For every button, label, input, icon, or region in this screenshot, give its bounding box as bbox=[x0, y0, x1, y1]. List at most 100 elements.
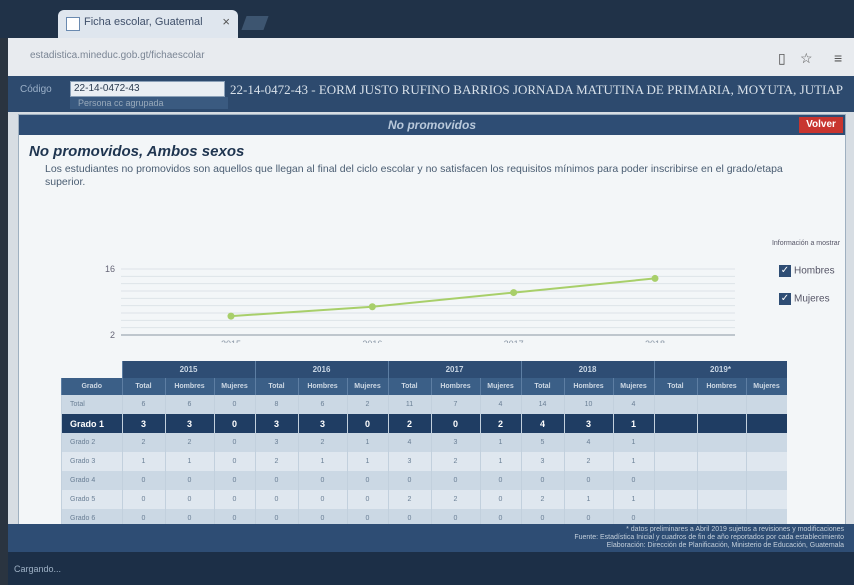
value-cell: 3 bbox=[164, 414, 214, 433]
sub-column-header: Mujeres bbox=[479, 378, 521, 395]
sub-column-header: Mujeres bbox=[612, 378, 654, 395]
address-bar[interactable]: estadistica.mineduc.gob.gt/fichaescolar … bbox=[8, 38, 854, 76]
url-text[interactable]: estadistica.mineduc.gob.gt/fichaescolar bbox=[30, 50, 205, 61]
value-cell bbox=[653, 433, 697, 452]
value-cell bbox=[653, 452, 697, 471]
value-cell: 1 bbox=[612, 414, 654, 433]
grade-cell: Grado 2 bbox=[61, 433, 122, 452]
bookmark-star-icon[interactable]: ☆ bbox=[800, 50, 813, 67]
select-option[interactable]: Persona cc agrupada bbox=[70, 97, 228, 109]
value-cell bbox=[745, 414, 787, 433]
page-favicon-icon bbox=[66, 17, 80, 31]
browser-tab[interactable]: Ficha escolar, Guatemal × bbox=[58, 10, 238, 38]
table-sub-header: Grado Total Hombres Mujeres Total Hombres Muje… bbox=[61, 378, 787, 395]
data-point bbox=[368, 303, 376, 311]
browser-window: Ficha escolar, Guatemal × estadistica.mi… bbox=[0, 0, 854, 585]
menu-icon[interactable]: ≡ bbox=[834, 50, 842, 66]
value-cell: 0 bbox=[479, 490, 521, 509]
data-point bbox=[227, 312, 235, 320]
value-cell: 0 bbox=[121, 490, 165, 509]
table-row[interactable]: Total 6 6 0 8 6 2 11 7 4 14 10 4 bbox=[61, 395, 787, 414]
value-cell: 2 bbox=[520, 490, 564, 509]
year-header: 2015 bbox=[121, 361, 255, 378]
grade-cell: Grado 4 bbox=[61, 471, 122, 490]
value-cell bbox=[696, 490, 746, 509]
x-tick-label: 2015 bbox=[221, 339, 241, 343]
new-tab-button[interactable] bbox=[241, 16, 269, 30]
sub-column-header: Hombres bbox=[297, 378, 347, 395]
value-cell: 1 bbox=[297, 452, 347, 471]
panel-header-title: No promovidos bbox=[387, 118, 476, 132]
legend-label-hombres: Hombres bbox=[794, 265, 835, 277]
value-cell: 4 bbox=[479, 395, 521, 414]
value-cell: 2 bbox=[387, 490, 431, 509]
value-cell: 0 bbox=[254, 471, 298, 490]
value-cell: 0 bbox=[213, 452, 255, 471]
value-cell bbox=[696, 433, 746, 452]
value-cell: 1 bbox=[479, 452, 521, 471]
x-tick-label: 2016 bbox=[362, 339, 382, 343]
value-cell: 1 bbox=[164, 452, 214, 471]
close-tab-icon[interactable]: × bbox=[222, 14, 230, 29]
grade-cell: Grado 1 bbox=[61, 414, 122, 433]
year-header: 2019* bbox=[653, 361, 787, 378]
sub-column-header: Total bbox=[121, 378, 165, 395]
value-cell: 1 bbox=[346, 452, 388, 471]
legend-label-mujeres: Mujeres bbox=[794, 293, 830, 305]
code-label: Código bbox=[20, 84, 52, 95]
table-year-header: 2015 2016 2017 2018 2019* bbox=[62, 361, 787, 378]
sub-column-header: Total bbox=[520, 378, 564, 395]
x-tick-label: 2018 bbox=[645, 339, 665, 343]
table-row[interactable]: Grado 1330330202431 bbox=[61, 414, 787, 433]
no-promovidos-panel: No promovidos Volver No promovidos, Ambo… bbox=[18, 114, 846, 528]
year-header: 2018 bbox=[520, 361, 654, 378]
value-cell: 6 bbox=[164, 395, 214, 414]
value-cell bbox=[696, 395, 746, 414]
value-cell: 0 bbox=[346, 490, 388, 509]
value-cell: 0 bbox=[346, 414, 388, 433]
value-cell: 0 bbox=[164, 471, 214, 490]
value-cell: 8 bbox=[254, 395, 298, 414]
legend-title: Información a mostrar bbox=[771, 240, 841, 247]
footer-source: Fuente: Estadística Inicial y cuadros de… bbox=[574, 534, 844, 541]
sub-column-header: Hombres bbox=[563, 378, 613, 395]
value-cell: 1 bbox=[563, 490, 613, 509]
table-row[interactable]: Grado 5000000220211 bbox=[61, 490, 787, 509]
value-cell: 1 bbox=[121, 452, 165, 471]
value-cell: 2 bbox=[164, 433, 214, 452]
back-button[interactable]: Volver bbox=[799, 117, 843, 133]
value-cell bbox=[745, 452, 787, 471]
value-cell: 4 bbox=[520, 414, 564, 433]
data-point bbox=[510, 289, 518, 297]
sub-column-header: Hombres bbox=[696, 378, 746, 395]
sub-column-header: Mujeres bbox=[745, 378, 787, 395]
footer-elaboration: Elaboración: Dirección de Planificación,… bbox=[606, 542, 844, 549]
school-code-select[interactable]: 22-14-0472-43 bbox=[70, 81, 225, 97]
value-cell: 2 bbox=[297, 433, 347, 452]
sub-column-header: Total bbox=[387, 378, 431, 395]
value-cell: 0 bbox=[213, 471, 255, 490]
table-row[interactable]: Grado 2220321431541 bbox=[61, 433, 787, 452]
sub-column-header: Hombres bbox=[164, 378, 214, 395]
value-cell: 10 bbox=[563, 395, 613, 414]
value-cell: 2 bbox=[430, 490, 480, 509]
page-content: Código 22-14-0472-43 Persona cc agrupada… bbox=[8, 76, 854, 585]
value-cell: 11 bbox=[387, 395, 431, 414]
value-cell: 0 bbox=[213, 490, 255, 509]
value-cell: 0 bbox=[254, 490, 298, 509]
value-cell: 0 bbox=[563, 471, 613, 490]
value-cell: 0 bbox=[346, 471, 388, 490]
school-selector-bar: Código 22-14-0472-43 Persona cc agrupada… bbox=[8, 76, 854, 112]
value-cell bbox=[745, 490, 787, 509]
table-row[interactable]: Grado 3110211321321 bbox=[61, 452, 787, 471]
value-cell: 1 bbox=[612, 433, 654, 452]
sub-column-header: Total bbox=[653, 378, 697, 395]
table-row[interactable]: Grado 4000000000000 bbox=[61, 471, 787, 490]
grade-cell: Grado 5 bbox=[61, 490, 122, 509]
reader-mode-icon[interactable]: ▯ bbox=[778, 50, 786, 67]
panel-header: No promovidos Volver bbox=[19, 115, 845, 135]
value-cell: 1 bbox=[346, 433, 388, 452]
line-chart: 16 2 2015 2016 2017 2018 bbox=[105, 264, 735, 343]
section-title: No promovidos, Ambos sexos bbox=[29, 143, 245, 160]
sub-column-header: Total bbox=[254, 378, 298, 395]
